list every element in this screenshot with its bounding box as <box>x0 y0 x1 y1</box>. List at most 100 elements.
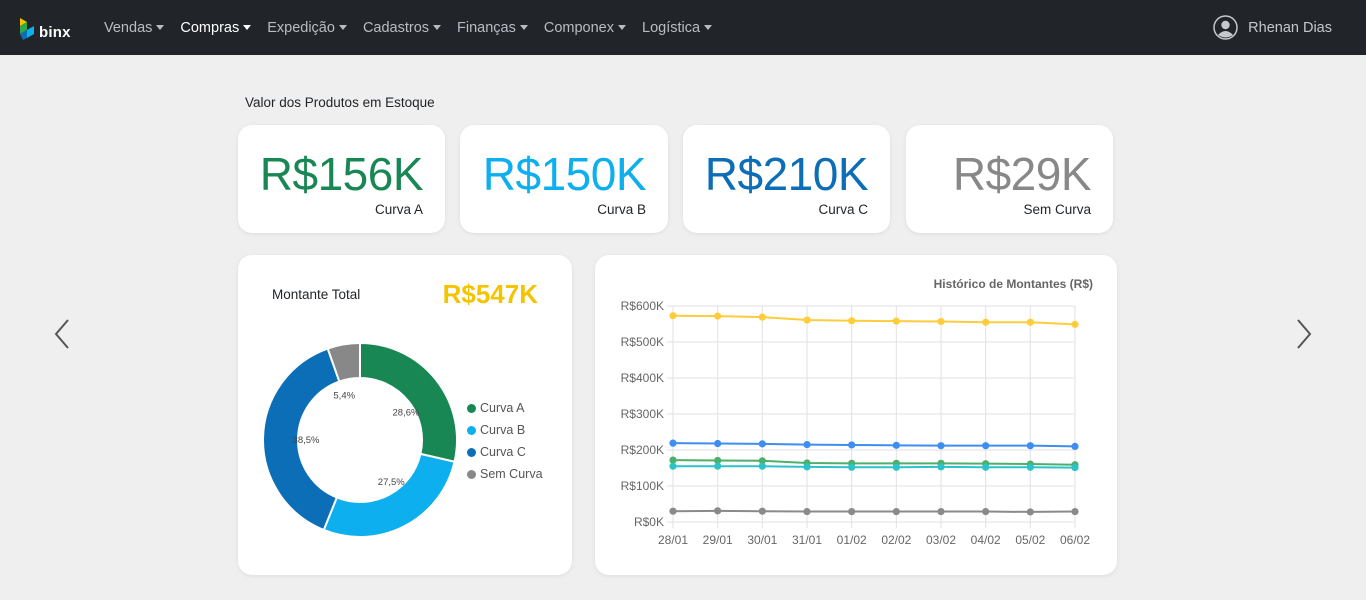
nav-item-label: Expedição <box>267 19 335 36</box>
nav-item-componex[interactable]: Componex <box>544 20 626 36</box>
donut-slice-label: 5,4% <box>333 391 355 402</box>
data-point[interactable] <box>937 442 945 450</box>
data-point[interactable] <box>669 312 677 320</box>
nav-item-cadastros[interactable]: Cadastros <box>363 20 442 36</box>
legend-label: Curva C <box>480 445 526 459</box>
caret-down-icon <box>243 25 252 30</box>
data-point[interactable] <box>848 317 856 325</box>
legend-item[interactable]: Sem Curva <box>467 463 543 485</box>
legend-label: Curva A <box>480 401 525 415</box>
x-tick-label: 01/02 <box>837 533 867 547</box>
legend-dot-icon <box>467 403 476 413</box>
data-point[interactable] <box>1071 442 1079 450</box>
data-point[interactable] <box>892 463 900 471</box>
data-point[interactable] <box>848 507 856 516</box>
donut-slice-curva-a[interactable] <box>359 341 458 463</box>
kpi-card-curva-a: R$156K Curva A <box>238 125 445 233</box>
data-point[interactable] <box>803 441 811 449</box>
data-point[interactable] <box>1026 318 1034 326</box>
data-point[interactable] <box>714 312 722 320</box>
user-avatar-icon <box>1213 15 1238 40</box>
data-point[interactable] <box>982 318 990 326</box>
data-point[interactable] <box>982 463 990 471</box>
data-point[interactable] <box>892 441 900 449</box>
data-point[interactable] <box>937 507 945 516</box>
data-point[interactable] <box>1026 508 1034 516</box>
data-point[interactable] <box>803 463 811 471</box>
caret-down-icon <box>618 25 626 30</box>
brand[interactable]: binx <box>18 16 71 42</box>
data-point[interactable] <box>892 507 900 516</box>
binx-logo-icon <box>20 18 34 40</box>
data-point[interactable] <box>982 442 990 450</box>
donut-card: Montante Total R$547K 28,6% 27,5% 38,5% 5,4… <box>238 255 572 575</box>
data-point[interactable] <box>758 462 766 470</box>
line-chart: R$0K R$100K R$200K R$300K R$400K R$500K R$600K… <box>621 299 1091 547</box>
caret-down-icon <box>433 25 442 30</box>
data-point[interactable] <box>937 317 945 326</box>
data-point[interactable] <box>758 313 766 321</box>
series-line <box>672 442 1076 448</box>
data-point[interactable] <box>1026 442 1034 450</box>
data-point[interactable] <box>669 456 677 464</box>
kpi-value: R$29K <box>952 148 1092 200</box>
series-line <box>672 459 1076 466</box>
legend-item[interactable]: Curva C <box>467 441 543 463</box>
x-tick-label: 28/01 <box>658 533 688 547</box>
data-point[interactable] <box>803 316 811 324</box>
nav-item-compras[interactable]: Compras <box>180 19 252 36</box>
legend-label: Sem Curva <box>480 467 543 481</box>
data-point[interactable] <box>848 441 856 449</box>
carousel-prev-icon[interactable] <box>53 316 73 352</box>
nav-item-finanças[interactable]: Finanças <box>457 20 528 36</box>
donut-slice-label: 28,6% <box>393 407 420 418</box>
nav-item-label: Vendas <box>104 19 153 36</box>
data-point[interactable] <box>892 317 900 325</box>
y-tick-label: R$500K <box>621 335 664 349</box>
user-menu[interactable]: Rhenan Dias <box>1213 15 1332 40</box>
data-point[interactable] <box>937 463 945 471</box>
y-tick-label: R$0K <box>634 515 664 529</box>
brand-name: binx <box>39 23 71 41</box>
nav-item-expedição[interactable]: Expedição <box>267 20 347 36</box>
data-point[interactable] <box>758 440 766 448</box>
data-point[interactable] <box>1071 507 1079 516</box>
data-point[interactable] <box>714 462 722 470</box>
data-point[interactable] <box>669 439 677 447</box>
data-point[interactable] <box>714 507 722 515</box>
data-point[interactable] <box>669 507 677 515</box>
data-point[interactable] <box>714 439 722 448</box>
data-point[interactable] <box>1026 463 1034 471</box>
kpi-label: Sem Curva <box>1023 202 1091 217</box>
kpi-value: R$150K <box>482 148 647 200</box>
data-point[interactable] <box>758 507 766 515</box>
legend-item[interactable]: Curva A <box>467 397 543 419</box>
nav-menu: Vendas Compras Expedição Cadastros Finanças C… <box>104 0 728 55</box>
legend-item[interactable]: Curva B <box>467 419 543 441</box>
data-point[interactable] <box>848 463 856 471</box>
data-point[interactable] <box>1071 320 1079 328</box>
kpi-label: Curva A <box>374 202 423 217</box>
x-tick-label: 03/02 <box>926 533 956 547</box>
nav-item-vendas[interactable]: Vendas <box>104 19 165 36</box>
data-point[interactable] <box>982 507 990 516</box>
kpi-value: R$156K <box>259 148 424 200</box>
caret-down-icon <box>519 25 528 30</box>
x-tick-label: 06/02 <box>1060 533 1090 547</box>
nav-item-label: Componex <box>543 19 614 36</box>
line-chart-card: Histórico de Montantes (R$) R$0K R$100K R$… <box>595 255 1117 575</box>
data-point[interactable] <box>1071 464 1079 472</box>
nav-item-logística[interactable]: Logística <box>642 20 713 36</box>
donut-slice-curva-b[interactable] <box>322 452 456 538</box>
x-tick-label: 29/01 <box>703 533 733 547</box>
kpi-label: Curva C <box>818 202 868 217</box>
data-point[interactable] <box>803 507 811 516</box>
y-tick-label: R$300K <box>621 407 664 421</box>
x-tick-label: 05/02 <box>1015 533 1045 547</box>
y-tick-label: R$200K <box>621 443 664 457</box>
data-point[interactable] <box>669 462 677 470</box>
caret-down-icon <box>338 25 347 30</box>
x-tick-label: 02/02 <box>881 533 911 547</box>
carousel-next-icon[interactable] <box>1293 316 1313 352</box>
nav-item-label: Compras <box>180 19 240 36</box>
